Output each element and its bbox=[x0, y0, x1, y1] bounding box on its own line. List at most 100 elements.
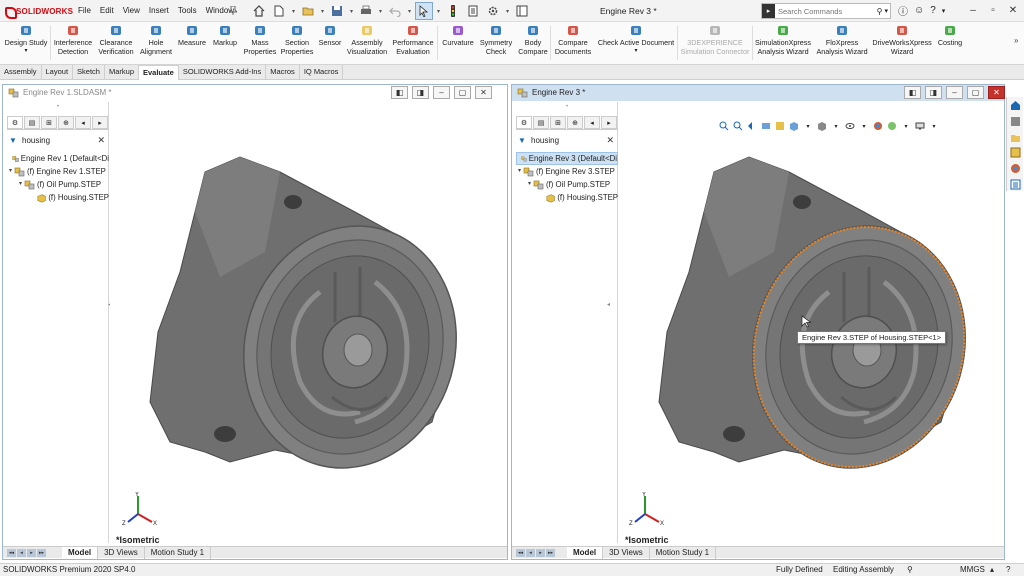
expand-toggle-icon[interactable]: ▾ bbox=[526, 178, 533, 191]
chevron-down-icon[interactable]: ▾ bbox=[290, 2, 297, 20]
configuration-manager-tab-icon[interactable]: ⊞ bbox=[550, 116, 566, 129]
chevron-up-icon[interactable]: ▴ bbox=[990, 564, 994, 576]
panel-grip-icon[interactable]: • bbox=[7, 104, 109, 110]
ribbon-button-performance[interactable]: Performance Evaluation bbox=[390, 23, 436, 64]
chevron-down-icon[interactable]: ▾ bbox=[406, 2, 413, 20]
prev-tab-icon[interactable]: ◂ bbox=[17, 548, 26, 557]
menu-tools[interactable]: Tools bbox=[178, 6, 197, 15]
ribbon-button-simulationxpress[interactable]: SimulationXpress Analysis Wizard bbox=[755, 23, 811, 64]
ribbon-button-symmetry[interactable]: Symmetry Check bbox=[478, 23, 514, 64]
user-account-icon[interactable]: ☺ bbox=[914, 5, 924, 16]
new-document-icon[interactable] bbox=[270, 2, 288, 20]
expand-toggle-icon[interactable]: ▾ bbox=[17, 178, 24, 191]
ribbon-button-driveworksxpress[interactable]: DriveWorksXpress Wizard bbox=[872, 23, 932, 64]
ribbon-button-measure[interactable]: Measure bbox=[176, 23, 208, 64]
tree-row-assembly[interactable]: Engine Rev 1 (Default<Di bbox=[7, 152, 109, 165]
chevron-down-icon[interactable]: ▾ bbox=[942, 7, 946, 15]
expand-toggle-icon[interactable]: ▾ bbox=[516, 165, 523, 178]
tab-layout[interactable]: Layout bbox=[42, 65, 74, 80]
help-icon[interactable]: ⓘ bbox=[898, 3, 908, 18]
ribbon-button-assembly[interactable]: Assembly Visualization bbox=[346, 23, 388, 64]
graphics-area[interactable]: Y X Z *Isometric bbox=[110, 102, 507, 545]
search-icon[interactable]: ⚲ bbox=[877, 7, 883, 16]
tile-left-icon[interactable]: ◧ bbox=[904, 86, 921, 99]
view-palette-icon[interactable] bbox=[1009, 146, 1022, 159]
menu-edit[interactable]: Edit bbox=[100, 6, 114, 15]
ribbon-button-clearance[interactable]: Clearance Verification bbox=[96, 23, 136, 64]
home-icon[interactable] bbox=[250, 2, 268, 20]
tree-row-housing[interactable]: (f) Housing.STEP bbox=[516, 191, 618, 204]
status-help-icon[interactable]: ? bbox=[1006, 564, 1010, 576]
maximize-icon[interactable]: ▢ bbox=[454, 86, 471, 99]
rebuild-status-icon[interactable]: ⚲ bbox=[907, 564, 913, 576]
tab-sketch[interactable]: Sketch bbox=[73, 65, 105, 80]
feature-tree-tab-icon[interactable]: ⚙ bbox=[7, 116, 23, 129]
clear-filter-icon[interactable]: ✕ bbox=[606, 135, 614, 146]
last-tab-icon[interactable]: ▸▸ bbox=[546, 548, 555, 557]
close-icon[interactable]: ✕ bbox=[1003, 0, 1023, 20]
tile-right-icon[interactable]: ◨ bbox=[412, 86, 429, 99]
scroll-left-icon[interactable]: ◂ bbox=[75, 116, 91, 129]
tree-row-subassembly[interactable]: ▾ (f) Engine Rev 1.STEP bbox=[7, 165, 109, 178]
tree-row-assembly[interactable]: Engine Rev 3 (Default<Di bbox=[516, 152, 618, 165]
chevron-down-icon[interactable]: ▾ bbox=[884, 7, 888, 15]
save-icon[interactable] bbox=[328, 2, 346, 20]
tab-solidworks-add-ins[interactable]: SOLIDWORKS Add-Ins bbox=[179, 65, 267, 80]
ribbon-overflow-icon[interactable]: » bbox=[1014, 36, 1018, 45]
status-units[interactable]: MMGS bbox=[960, 564, 985, 576]
tree-row-oil-pump[interactable]: ▾ (f) Oil Pump.STEP bbox=[516, 178, 618, 191]
expand-toggle-icon[interactable]: ▾ bbox=[7, 165, 14, 178]
solidworks-logo[interactable]: SOLIDWORKS bbox=[4, 4, 73, 19]
chevron-down-icon[interactable]: ▾ bbox=[504, 2, 511, 20]
filter-input[interactable] bbox=[528, 136, 600, 145]
chevron-down-icon[interactable]: ▾ bbox=[435, 2, 442, 20]
property-manager-tab-icon[interactable]: ▤ bbox=[533, 116, 549, 129]
panel-grip-icon[interactable]: • bbox=[516, 104, 618, 110]
tab-model[interactable]: Model bbox=[567, 546, 604, 559]
ribbon-button-section[interactable]: Section Properties bbox=[280, 23, 314, 64]
scroll-left-icon[interactable]: ◂ bbox=[584, 116, 600, 129]
menu-insert[interactable]: Insert bbox=[149, 6, 169, 15]
undo-icon[interactable] bbox=[386, 2, 404, 20]
tab-motion-study-1[interactable]: Motion Study 1 bbox=[650, 546, 717, 559]
ribbon-button-curvature[interactable]: Curvature bbox=[440, 23, 476, 64]
restore-icon[interactable]: ▫ bbox=[983, 0, 1003, 20]
scroll-right-icon[interactable]: ▸ bbox=[92, 116, 108, 129]
first-tab-icon[interactable]: ◂◂ bbox=[7, 548, 16, 557]
prev-tab-icon[interactable]: ◂ bbox=[526, 548, 535, 557]
ribbon-button-sensor[interactable]: Sensor bbox=[316, 23, 344, 64]
tab-markup[interactable]: Markup bbox=[105, 65, 139, 80]
graphics-area[interactable]: ▾ ▾ ▾ ▾ ▾ Y X Z *Isometric bbox=[619, 102, 1004, 545]
dimxpert-tab-icon[interactable]: ⊕ bbox=[58, 116, 74, 129]
solidworks-resources-icon[interactable] bbox=[1009, 99, 1022, 112]
first-tab-icon[interactable]: ◂◂ bbox=[516, 548, 525, 557]
minimize-icon[interactable]: – bbox=[946, 86, 963, 99]
tab-3d-views[interactable]: 3D Views bbox=[98, 546, 145, 559]
ribbon-button-3dexperience[interactable]: 3DEXPERIENCE Simulation Connector bbox=[680, 23, 750, 64]
tab-iq-macros[interactable]: IQ Macros bbox=[300, 65, 344, 80]
configuration-manager-tab-icon[interactable]: ⊞ bbox=[41, 116, 57, 129]
ribbon-button-interference[interactable]: Interference Detection bbox=[52, 23, 94, 64]
tile-right-icon[interactable]: ◨ bbox=[925, 86, 942, 99]
tab-3d-views[interactable]: 3D Views bbox=[603, 546, 650, 559]
custom-properties-icon[interactable] bbox=[1009, 178, 1022, 191]
close-icon[interactable]: ✕ bbox=[475, 86, 492, 99]
chevron-down-icon[interactable]: ▾ bbox=[319, 2, 326, 20]
design-library-icon[interactable] bbox=[1009, 115, 1022, 128]
file-properties-icon[interactable] bbox=[464, 2, 482, 20]
chevron-down-icon[interactable]: ▾ bbox=[348, 2, 355, 20]
last-tab-icon[interactable]: ▸▸ bbox=[37, 548, 46, 557]
minimize-icon[interactable]: – bbox=[963, 0, 983, 20]
rebuild-traffic-light-icon[interactable] bbox=[444, 2, 462, 20]
ribbon-button-body[interactable]: Body Compare bbox=[516, 23, 550, 64]
tree-row-subassembly[interactable]: ▾ (f) Engine Rev 3.STEP bbox=[516, 165, 618, 178]
feature-tree-tab-icon[interactable]: ⚙ bbox=[516, 116, 532, 129]
ribbon-button-markup[interactable]: Markup bbox=[210, 23, 240, 64]
ribbon-button-costing[interactable]: Costing bbox=[935, 23, 965, 64]
tab-motion-study-1[interactable]: Motion Study 1 bbox=[145, 546, 212, 559]
search-input[interactable] bbox=[775, 6, 875, 16]
dimxpert-tab-icon[interactable]: ⊕ bbox=[567, 116, 583, 129]
ribbon-button-check-active-document[interactable]: Check Active Document ▾ bbox=[597, 23, 675, 64]
next-tab-icon[interactable]: ▸ bbox=[536, 548, 545, 557]
window-layout-icon[interactable] bbox=[513, 2, 531, 20]
